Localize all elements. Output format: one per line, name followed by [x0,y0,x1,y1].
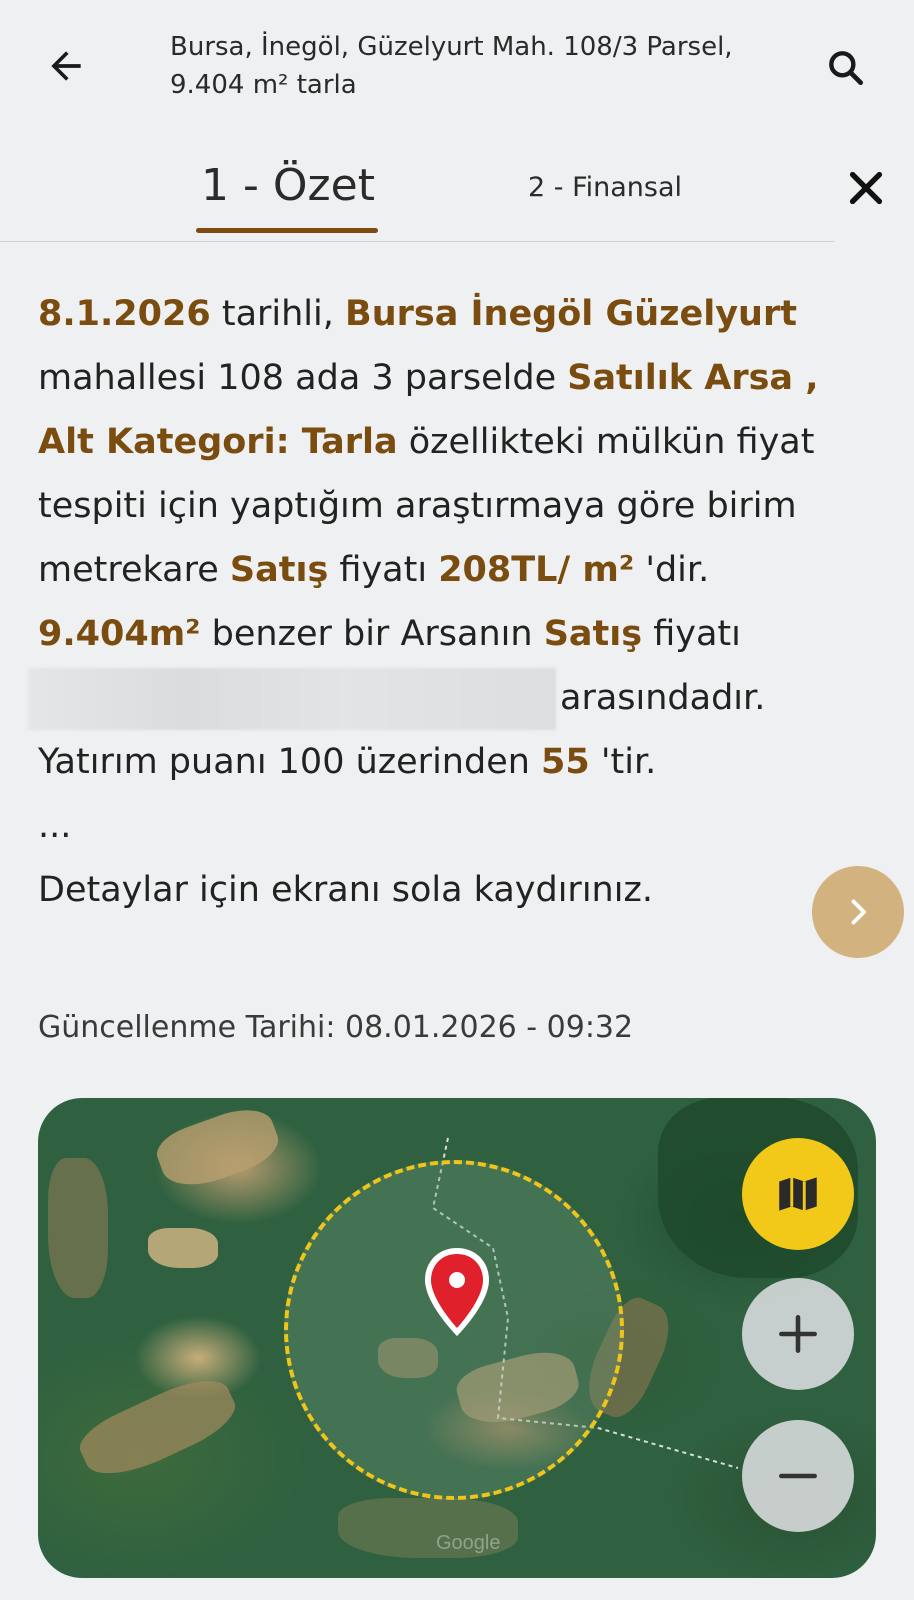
tab-bar: 1 - Özet 2 - Finansal [0,150,834,242]
summary-text-part: benzer bir Arsanın [200,614,544,654]
summary-unit-price: 208TL/ m² [438,550,635,590]
page-title-line-1: Bursa, İnegöl, Güzelyurt Mah. 108/3 Pars… [170,32,733,62]
summary-location: Bursa İnegöl Güzelyurt [345,294,797,334]
arrow-left-icon [51,51,81,81]
zoom-in-button[interactable] [742,1278,854,1390]
summary-date: 8.1.2026 [38,294,211,334]
map-icon [779,1177,817,1211]
close-icon [849,171,883,205]
summary-area: 9.404m² [38,614,201,654]
tab-finansal[interactable]: 2 - Finansal [528,172,718,216]
summary-text-part: 'tir. [589,742,657,782]
summary-ellipsis: ... [38,806,72,846]
next-page-button[interactable] [812,866,904,958]
search-icon [829,51,864,86]
location-pin-icon [425,1248,489,1336]
summary-text-part: Yatırım puanı 100 üzerinden [38,742,542,782]
search-button[interactable] [818,40,874,96]
page-title-line-2: 9.404 m² tarla [170,70,357,100]
summary-sale-label: Satış [229,550,329,590]
summary-score: 55 [541,742,590,782]
location-marker[interactable] [419,1244,495,1340]
summary-text-part: mahallesi 108 ada 3 parselde [38,358,568,398]
summary-hint: Detaylar için ekranı sola kaydırınız. [38,870,653,910]
summary-text-part: arasındadır. [560,678,766,718]
map-attribution: Google [436,1532,501,1554]
top-app-bar: Bursa, İnegöl, Güzelyurt Mah. 108/3 Pars… [0,0,914,128]
summary-sale-label: Satış [543,614,643,654]
satellite-map[interactable]: Google [38,1098,876,1578]
minus-icon [779,1473,817,1479]
page-title: Bursa, İnegöl, Güzelyurt Mah. 108/3 Pars… [170,28,790,104]
summary-text-part: 'dir. [634,550,710,590]
active-tab-indicator [196,228,378,233]
last-updated-text: Güncellenme Tarihi: 08.01.2026 - 09:32 [38,1010,634,1045]
summary-text-part: tarihli, [210,294,346,334]
plus-icon [779,1315,817,1353]
back-button[interactable] [38,38,94,94]
blurred-price-range [28,668,556,730]
summary-text-part: fiyatı [642,614,741,654]
map-type-button[interactable] [742,1138,854,1250]
chevron-right-icon [851,899,866,925]
zoom-out-button[interactable] [742,1420,854,1532]
close-button[interactable] [838,160,894,216]
summary-text: 8.1.2026 tarihli, Bursa İnegöl Güzelyurt… [28,282,884,922]
summary-text-part: fiyatı [328,550,439,590]
